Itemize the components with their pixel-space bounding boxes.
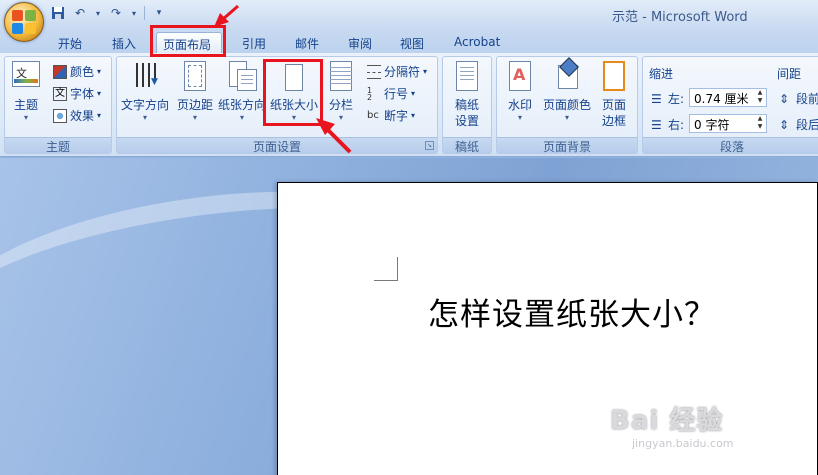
document-text[interactable]: 怎样设置纸张大小？ xyxy=(428,289,716,334)
manuscript-icon xyxy=(452,59,482,93)
theme-effects-button[interactable]: 效果 ▾ xyxy=(53,107,101,124)
dropdown-arrow-icon: ▾ xyxy=(565,113,570,122)
spacing-after-icon: ⇕ xyxy=(779,117,790,132)
dialog-launcher-icon[interactable]: ↘ xyxy=(425,141,434,150)
office-button[interactable] xyxy=(4,2,44,42)
dropdown-arrow-icon[interactable]: ▾ xyxy=(130,5,138,21)
dropdown-arrow-icon: ▾ xyxy=(517,113,522,122)
text-direction-icon: ▼ xyxy=(130,59,160,93)
spacing-after-label[interactable]: ⇕ 段后 xyxy=(779,116,818,133)
group-page-background: A 水印 ▾ 页面颜色 ▾ 页面 边框 页面背景 xyxy=(496,56,638,154)
indent-right-label: ☰ 右: xyxy=(651,117,685,133)
highlight-paper-size-button xyxy=(263,59,323,126)
color-palette-icon xyxy=(53,64,67,79)
tab-view[interactable]: 视图 xyxy=(394,32,430,53)
dropdown-arrow-icon: ▾ xyxy=(23,113,28,122)
tab-references[interactable]: 引用 xyxy=(236,32,272,53)
orientation-button[interactable]: 纸张方向 ▾ xyxy=(218,59,266,123)
save-icon[interactable] xyxy=(50,5,66,21)
indent-left-icon: ☰ xyxy=(651,91,662,106)
columns-button[interactable]: 分栏 ▾ xyxy=(326,59,356,123)
theme-icon: 文 xyxy=(11,59,41,93)
text-direction-button[interactable]: ▼ 文字方向 ▾ xyxy=(121,59,169,123)
highlight-page-layout-tab xyxy=(150,25,226,57)
window-title: 示范 - Microsoft Word xyxy=(612,10,748,25)
theme-button[interactable]: 文 主题 ▾ xyxy=(11,59,41,123)
orientation-icon xyxy=(227,59,257,93)
tab-review[interactable]: 审阅 xyxy=(342,32,378,53)
tab-mailings[interactable]: 邮件 xyxy=(289,32,325,53)
qat-separator xyxy=(144,6,145,20)
undo-icon[interactable]: ↶ xyxy=(72,5,88,21)
dropdown-arrow-icon: ▾ xyxy=(240,113,245,122)
office-logo-icon xyxy=(12,10,36,34)
paint-bucket-icon xyxy=(552,57,582,93)
indent-right-icon: ☰ xyxy=(651,117,662,132)
tab-acrobat[interactable]: Acrobat xyxy=(448,32,506,53)
margins-icon xyxy=(180,59,210,93)
page-color-button[interactable]: 页面颜色 ▾ xyxy=(543,57,591,123)
group-paragraph: 缩进 间距 ☰ 左: 0.74 厘米 ▲ ▼ ☰ 右: 0 字符 ▲ ▼ ⇕ 段前 … xyxy=(642,56,818,154)
tab-home[interactable]: 开始 xyxy=(52,32,88,53)
indent-left-label: ☰ 左: xyxy=(651,91,685,107)
dropdown-arrow-icon: ▾ xyxy=(338,113,343,122)
spinner-arrows-icon[interactable]: ▲ ▼ xyxy=(755,89,765,105)
theme-fonts-button[interactable]: 文 字体 ▾ xyxy=(53,85,101,102)
effects-icon xyxy=(53,108,67,123)
breaks-button[interactable]: 分隔符 ▾ xyxy=(367,63,427,80)
group-label-paragraph: 段落 xyxy=(643,137,818,154)
spacing-before-icon: ⇕ xyxy=(779,91,790,106)
margins-button[interactable]: 页边距 ▾ xyxy=(177,59,213,123)
group-label-manuscript: 稿纸 xyxy=(443,137,491,154)
watermark-url: jingyan.baidu.com xyxy=(632,437,734,450)
breaks-icon xyxy=(367,64,381,79)
group-theme: 文 主题 ▾ 颜色 ▾ 文 字体 ▾ 效果 ▾ 主题 xyxy=(4,56,112,154)
baidu-watermark: Bai 经验 jingyan.baidu.com xyxy=(610,400,734,450)
ribbon-tabs: 开始 插入 页面布局 引用 邮件 审阅 视图 Acrobat xyxy=(0,28,818,53)
watermark-icon: A xyxy=(505,59,535,93)
indent-title: 缩进 xyxy=(649,67,674,81)
customize-qat-icon[interactable]: ▾ xyxy=(151,5,167,21)
indent-left-input[interactable]: 0.74 厘米 ▲ ▼ xyxy=(689,88,767,107)
manuscript-settings-button[interactable]: 稿纸 设置 xyxy=(452,59,482,129)
indent-right-input[interactable]: 0 字符 ▲ ▼ xyxy=(689,114,767,133)
title-bar: ↶ ▾ ↷ ▾ ▾ 示范 - Microsoft Word xyxy=(0,0,818,28)
group-label-theme: 主题 xyxy=(5,137,111,154)
columns-icon xyxy=(326,59,356,93)
dropdown-arrow-icon: ▾ xyxy=(143,113,148,122)
watermark-button[interactable]: A 水印 ▾ xyxy=(505,59,535,123)
group-label-page-setup: 页面设置 xyxy=(117,137,437,154)
line-numbers-icon: 12 xyxy=(367,85,373,102)
hyphenation-icon: bc xyxy=(367,109,379,121)
dropdown-arrow-icon[interactable]: ▾ xyxy=(94,5,102,21)
line-numbers-button[interactable]: 12 行号 ▾ xyxy=(367,85,415,102)
document-page[interactable]: 怎样设置纸张大小？ xyxy=(277,182,818,475)
watermark-logo: Bai 经验 xyxy=(610,406,724,436)
theme-colors-button[interactable]: 颜色 ▾ xyxy=(53,63,101,80)
spacing-before-label[interactable]: ⇕ 段前 xyxy=(779,90,818,107)
tab-insert[interactable]: 插入 xyxy=(106,32,142,53)
spinner-arrows-icon[interactable]: ▲ ▼ xyxy=(755,115,765,131)
ribbon: 文 主题 ▾ 颜色 ▾ 文 字体 ▾ 效果 ▾ 主题 ▼ 文字方向 ▾ 页边距 … xyxy=(0,53,818,157)
group-manuscript: 稿纸 设置 稿纸 xyxy=(442,56,492,154)
font-icon: 文 xyxy=(53,86,67,101)
group-label-page-background: 页面背景 xyxy=(497,137,637,154)
spacing-title: 间距 xyxy=(777,67,802,81)
margin-corner-mark xyxy=(374,257,398,281)
dropdown-arrow-icon: ▾ xyxy=(193,113,198,122)
redo-icon[interactable]: ↷ xyxy=(108,5,124,21)
hyphenation-button[interactable]: bc 断字 ▾ xyxy=(367,107,415,124)
quick-access-toolbar: ↶ ▾ ↷ ▾ ▾ xyxy=(50,5,167,21)
page-borders-button[interactable]: 页面 边框 xyxy=(599,59,629,129)
page-borders-icon xyxy=(599,59,629,93)
